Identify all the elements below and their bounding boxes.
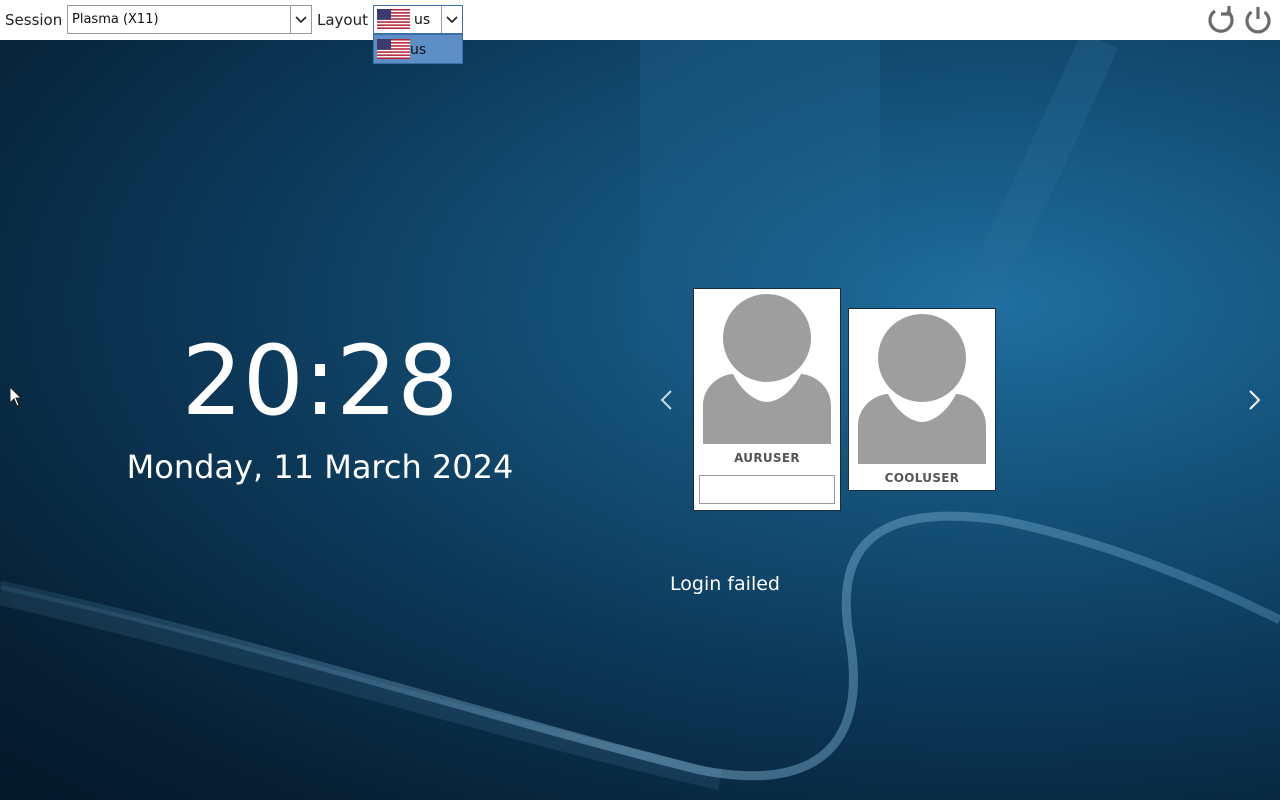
layout-combobox[interactable]: us: [373, 5, 463, 34]
previous-user-button[interactable]: [657, 388, 677, 412]
mouse-cursor-icon: [9, 386, 23, 407]
session-combobox-value: Plasma (X11): [72, 12, 159, 27]
layout-combobox-value: us: [414, 12, 431, 28]
user-card-cooluser[interactable]: COOLUSER: [848, 308, 996, 491]
power-icon: [1245, 7, 1271, 34]
chevron-down-icon[interactable]: [290, 6, 311, 33]
session-combobox[interactable]: Plasma (X11): [67, 5, 312, 34]
layout-label: Layout: [317, 11, 368, 29]
chevron-left-icon: [660, 390, 672, 410]
password-input[interactable]: [699, 475, 835, 504]
session-label: Session: [5, 11, 63, 29]
layout-option-label: us: [410, 42, 427, 58]
user-card-auruser[interactable]: AURUSER: [693, 288, 841, 511]
clock-date: Monday, 11 March 2024: [126, 448, 514, 486]
next-user-button[interactable]: [1244, 388, 1264, 412]
reboot-button[interactable]: [1205, 4, 1237, 36]
login-screen: Session Plasma (X11) Layout us us 20:28 …: [0, 0, 1280, 800]
login-status-message: Login failed: [670, 573, 780, 595]
top-bar: Session Plasma (X11) Layout us: [0, 0, 1280, 40]
clock-time: 20:28: [181, 325, 459, 437]
avatar-icon: [858, 314, 986, 464]
user-name: AURUSER: [734, 451, 800, 465]
reboot-icon: [1208, 6, 1234, 33]
chevron-right-icon: [1249, 390, 1261, 410]
user-name: COOLUSER: [884, 471, 960, 485]
chevron-down-icon[interactable]: [441, 6, 462, 33]
shutdown-button[interactable]: [1242, 4, 1274, 36]
us-flag-icon: [377, 39, 410, 59]
us-flag-icon: [377, 9, 410, 29]
avatar-icon: [703, 294, 831, 444]
layout-dropdown-list: us: [373, 34, 463, 64]
